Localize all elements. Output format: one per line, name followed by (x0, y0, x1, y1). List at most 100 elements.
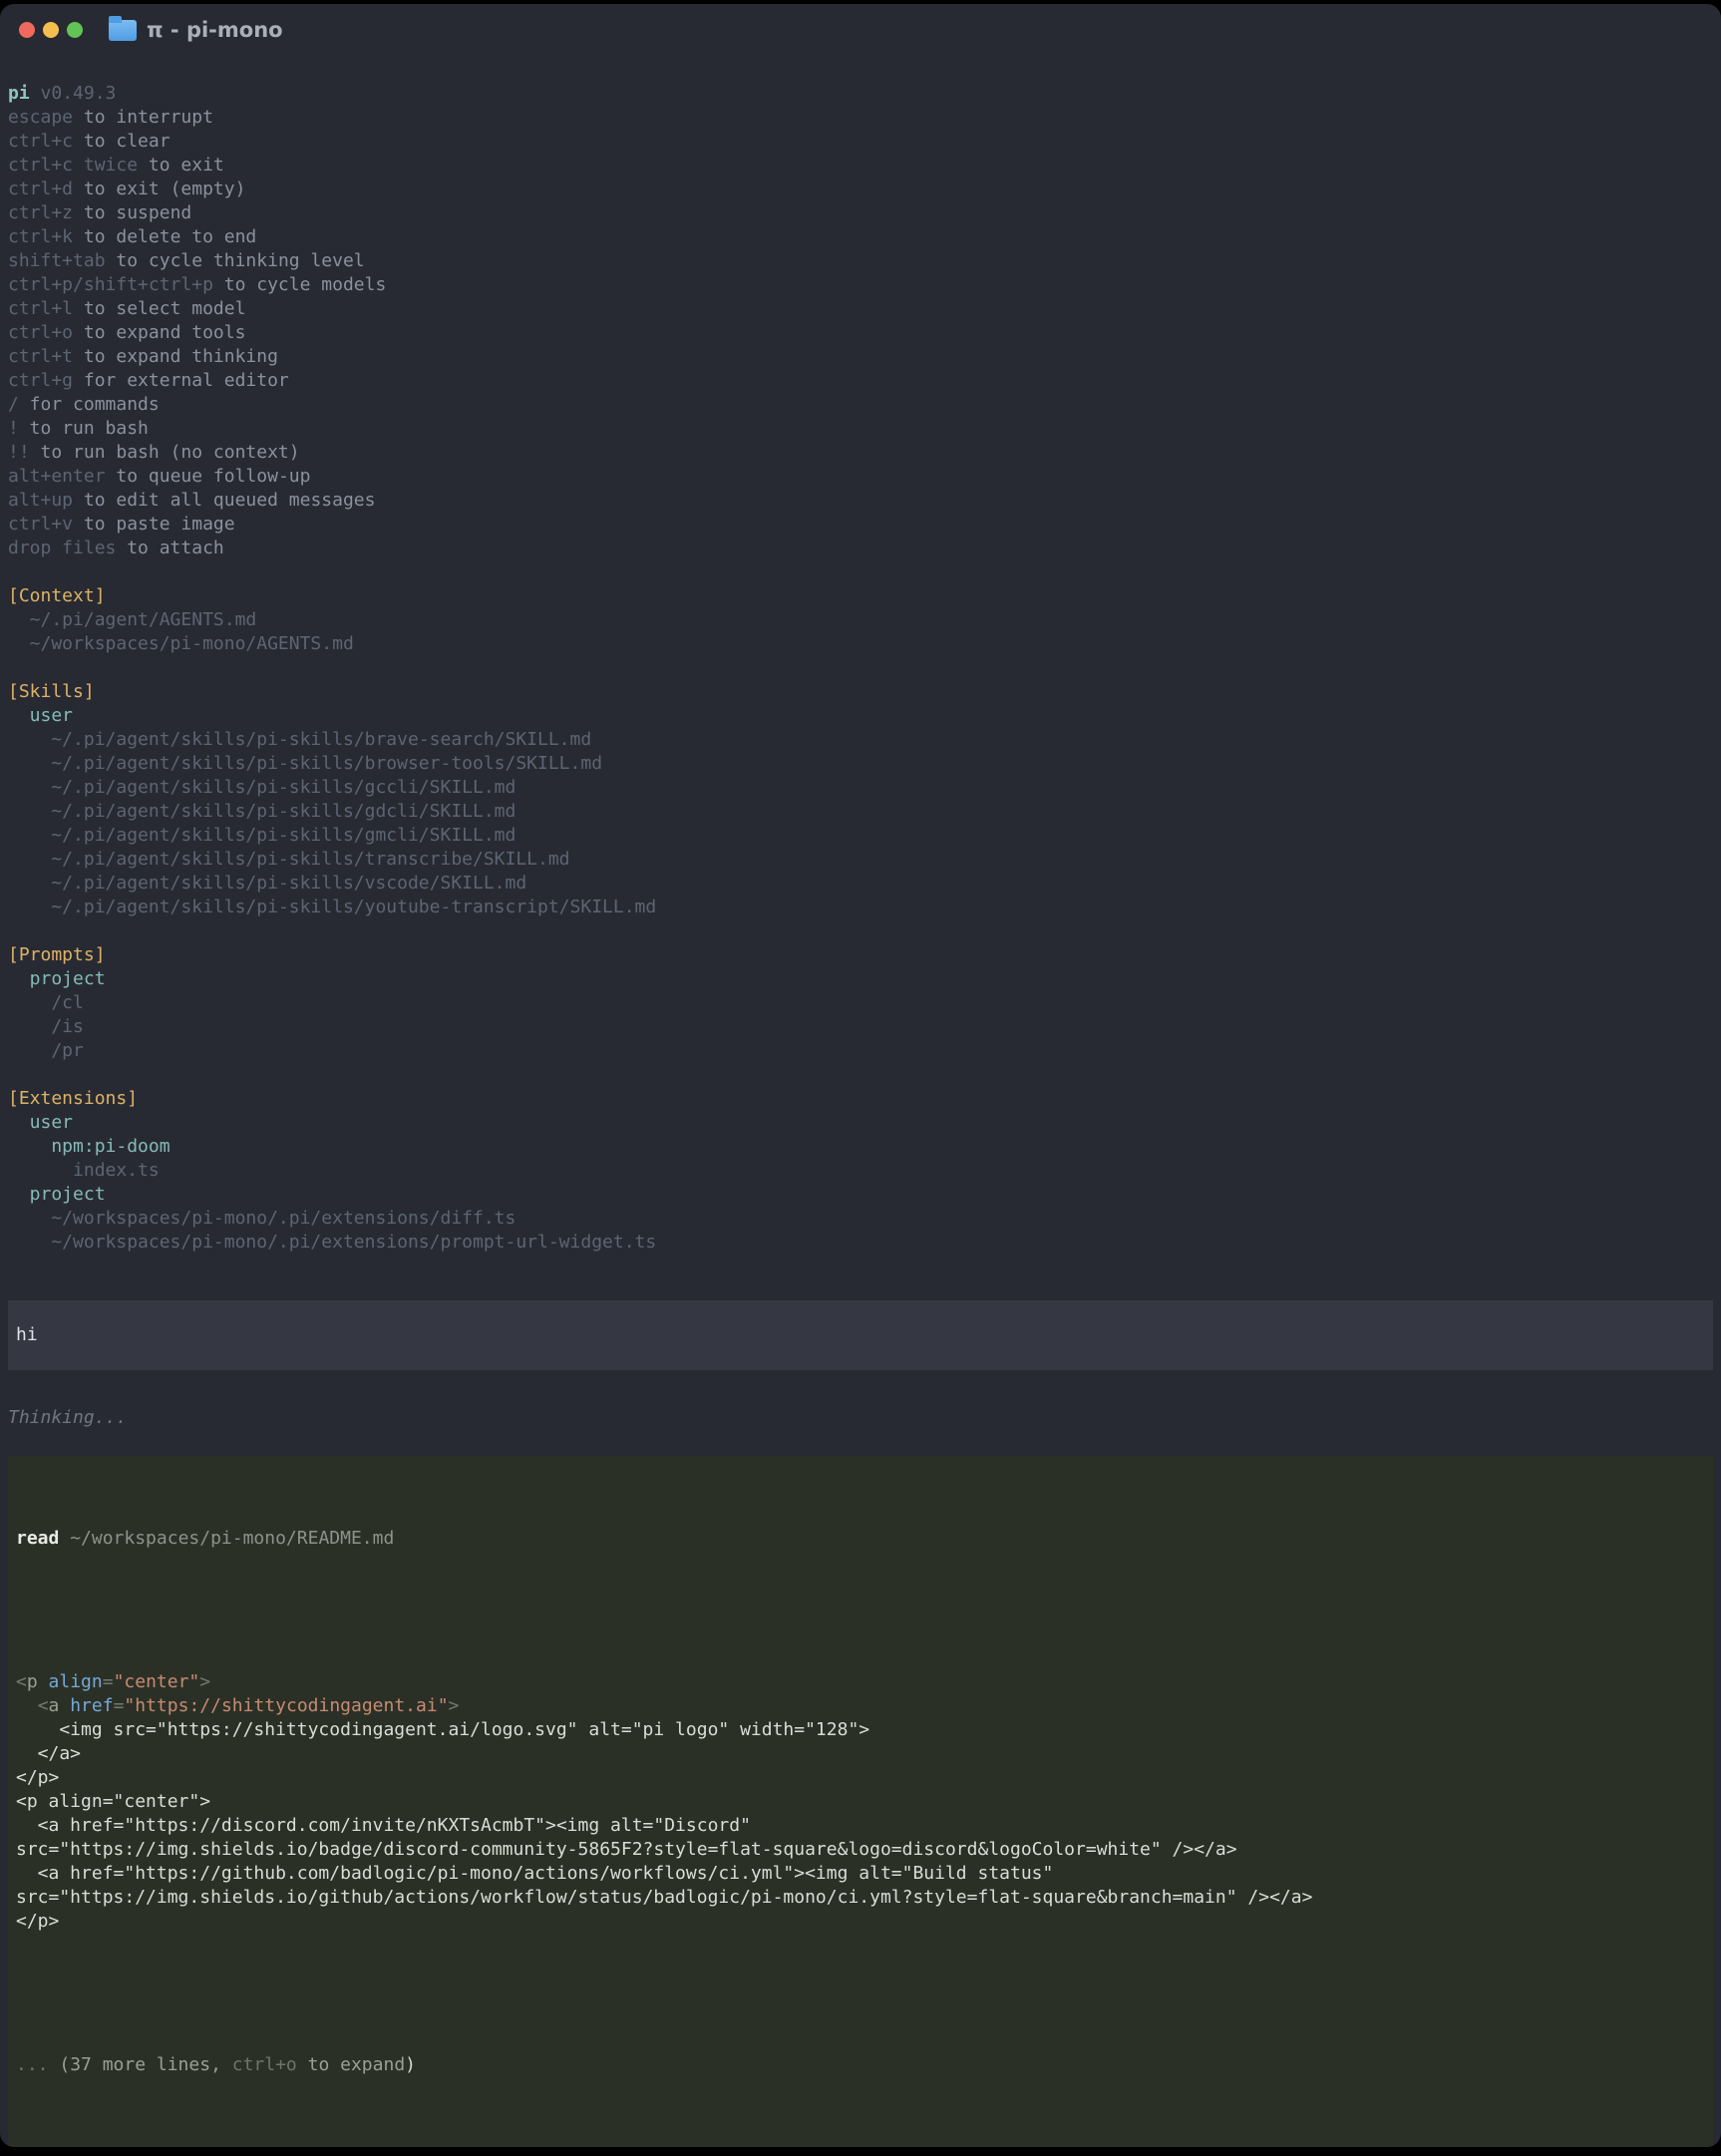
section-item: project (8, 1183, 1713, 1207)
text-segment: ctrl+g (8, 370, 73, 391)
close-button[interactable] (19, 22, 35, 38)
truncation-notice: ... (37 more lines, ctrl+o to expand) (16, 2053, 1705, 2077)
user-message: hi (8, 1300, 1713, 1370)
text-segment: to queue follow-up (106, 466, 311, 487)
text-segment: ~/.pi/agent/skills/pi-skills/gmcli/SKILL… (8, 825, 516, 846)
terminal-window: π - pi-mono pi v0.49.3 escape to interru… (0, 4, 1721, 2147)
text-segment: ~/.pi/agent/skills/pi-skills/gccli/SKILL… (8, 777, 516, 798)
text-segment: to clear (73, 131, 171, 152)
code-line: </a> (16, 1742, 1705, 1766)
minimize-button[interactable] (43, 22, 59, 38)
text-segment: shift+tab (8, 250, 106, 271)
text-segment: pi (8, 83, 30, 104)
text-segment: > (199, 1671, 210, 1692)
text-segment: drop files (8, 538, 116, 558)
section-extensions: [Extensions] user npm:pi-doom index.ts p… (8, 1087, 1713, 1255)
folder-icon (109, 20, 137, 41)
help-line: ctrl+t to expand thinking (8, 345, 1713, 369)
section-item: ~/.pi/agent/skills/pi-skills/transcribe/… (8, 848, 1713, 872)
section-header: [Prompts] (8, 943, 1713, 967)
text-segment: ~/.pi/agent/skills/pi-skills/vscode/SKIL… (8, 873, 526, 894)
text-segment: to select model (73, 298, 245, 319)
text-segment: <a href="https://github.com/badlogic/pi-… (16, 1863, 1053, 1884)
text-segment: = (103, 1671, 114, 1692)
section-prompts: [Prompts] project /cl /is /pr (8, 943, 1713, 1063)
text-segment: (37 more lines, (49, 2054, 232, 2075)
text-segment: for external editor (73, 370, 289, 391)
text-segment: ~/workspaces/pi-mono/.pi/extensions/diff… (8, 1208, 516, 1229)
section-item: npm:pi-doom (8, 1135, 1713, 1159)
section-item: ~/.pi/agent/skills/pi-skills/gccli/SKILL… (8, 776, 1713, 800)
text-segment: ctrl+o (232, 2054, 297, 2075)
text-segment: to exit (138, 155, 224, 176)
text-segment: <a href="https://discord.com/invite/nKXT… (16, 1815, 751, 1836)
window-controls (19, 22, 83, 38)
window-title: π - pi-mono (147, 18, 283, 42)
section-header: [Extensions] (8, 1087, 1713, 1111)
text-segment: v0.49.3 (30, 83, 117, 104)
help-line: ctrl+p/shift+ctrl+p to cycle models (8, 273, 1713, 297)
code-line: src="https://img.shields.io/badge/discor… (16, 1838, 1705, 1862)
text-segment: /is (8, 1016, 84, 1037)
text-segment: index.ts (8, 1160, 160, 1181)
help-line: escape to interrupt (8, 106, 1713, 130)
text-segment: ~/workspaces/pi-mono/AGENTS.md (8, 633, 354, 654)
text-segment: ! (8, 418, 19, 439)
text-segment: to interrupt (73, 107, 213, 128)
text-segment: [Skills] (8, 681, 95, 702)
text-segment: "center" (114, 1671, 200, 1692)
help-line: ctrl+c to clear (8, 130, 1713, 154)
text-segment: project (8, 1184, 106, 1205)
text-segment: to expand (297, 2054, 405, 2075)
help-line: !! to run bash (no context) (8, 441, 1713, 465)
text-segment: ctrl+l (8, 298, 73, 319)
text-segment: ctrl+t (8, 346, 73, 367)
text-segment: [Context] (8, 585, 106, 606)
text-segment: ctrl+k (8, 226, 73, 247)
text-segment: to cycle models (213, 274, 386, 295)
section-item: ~/workspaces/pi-mono/.pi/extensions/diff… (8, 1207, 1713, 1231)
section-item: /pr (8, 1039, 1713, 1063)
text-segment: ~/.pi/agent/skills/pi-skills/brave-searc… (8, 729, 591, 750)
section-item: ~/.pi/agent/skills/pi-skills/brave-searc… (8, 728, 1713, 752)
help-line: ctrl+l to select model (8, 297, 1713, 321)
help-line: alt+enter to queue follow-up (8, 465, 1713, 489)
section-item: user (8, 1111, 1713, 1135)
text-segment: </a> (16, 1743, 81, 1764)
section-header: [Skills] (8, 680, 1713, 704)
text-segment: "https://shittycodingagent.ai" (124, 1695, 448, 1716)
text-segment: ) (405, 2054, 416, 2075)
section-item: user (8, 704, 1713, 728)
section-item: ~/workspaces/pi-mono/AGENTS.md (8, 632, 1713, 656)
code-line: <a href="https://github.com/badlogic/pi-… (16, 1862, 1705, 1886)
help-line: ctrl+v to paste image (8, 513, 1713, 537)
text-segment: ~/.pi/agent/AGENTS.md (8, 609, 256, 630)
text-segment: ~/workspaces/pi-mono/README.md (59, 1528, 394, 1549)
tool-output: <p align="center"> <a href="https://shit… (16, 1670, 1705, 1934)
code-line: <img src="https://shittycodingagent.ai/l… (16, 1718, 1705, 1742)
help-line: / for commands (8, 393, 1713, 417)
section-item: ~/.pi/agent/skills/pi-skills/youtube-tra… (8, 896, 1713, 919)
text-segment: npm:pi-doom (8, 1136, 171, 1157)
text-segment: align (49, 1671, 103, 1692)
text-segment: ~/.pi/agent/skills/pi-skills/browser-too… (8, 753, 602, 774)
help-line: ctrl+z to suspend (8, 201, 1713, 225)
section-item: ~/.pi/agent/skills/pi-skills/vscode/SKIL… (8, 872, 1713, 896)
help-line: ctrl+d to exit (empty) (8, 178, 1713, 201)
maximize-button[interactable] (67, 22, 83, 38)
section-header: [Context] (8, 584, 1713, 608)
text-segment: for commands (19, 394, 160, 415)
section-item: index.ts (8, 1159, 1713, 1183)
help-lines: escape to interruptctrl+c to clearctrl+c… (8, 106, 1713, 560)
help-line: alt+up to edit all queued messages (8, 489, 1713, 513)
code-line: <p align="center"> (16, 1790, 1705, 1814)
text-segment: <img src="https://shittycodingagent.ai/l… (16, 1719, 869, 1740)
text-segment: src="https://img.shields.io/badge/discor… (16, 1839, 1237, 1860)
help-line: ctrl+g for external editor (8, 369, 1713, 393)
code-line: src="https://img.shields.io/github/actio… (16, 1886, 1705, 1910)
help-line: ! to run bash (8, 417, 1713, 441)
code-line: <a href="https://discord.com/invite/nKXT… (16, 1814, 1705, 1838)
help-line: ctrl+o to expand tools (8, 321, 1713, 345)
thinking-indicator: Thinking... (0, 1406, 1721, 1430)
text-segment (38, 1671, 49, 1692)
